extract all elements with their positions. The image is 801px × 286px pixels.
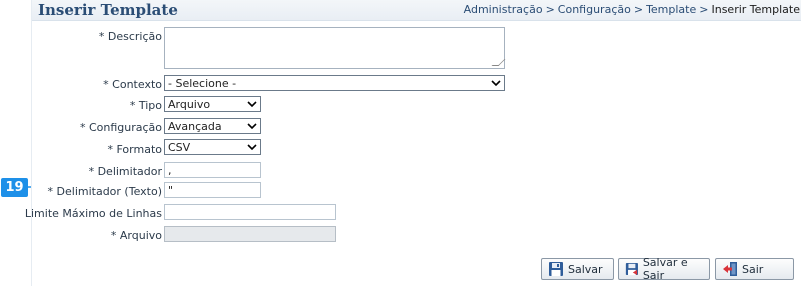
configuracao-label: * Configuração xyxy=(79,121,162,134)
breadcrumb-separator: > xyxy=(699,3,709,16)
step-callout-number: 19 xyxy=(5,180,24,195)
limite-linhas-input[interactable] xyxy=(164,204,336,220)
arquivo-input xyxy=(164,226,336,242)
chevron-down-icon xyxy=(491,80,501,87)
step-callout-badge: 19 xyxy=(1,178,28,197)
chevron-down-icon xyxy=(247,101,257,108)
breadcrumb-item-administracao[interactable]: Administração xyxy=(464,3,543,16)
tipo-select[interactable]: Arquivo xyxy=(164,96,261,112)
contexto-value: - Selecione - xyxy=(168,76,237,90)
salvar-e-sair-button[interactable]: Salvar e Sair xyxy=(618,256,710,282)
limite-linhas-label: Limite Máximo de Linhas xyxy=(24,207,162,220)
salvar-button[interactable]: Salvar xyxy=(541,258,614,280)
resize-grip-icon[interactable] xyxy=(491,59,506,66)
breadcrumb-separator: > xyxy=(633,3,644,16)
delimitador-texto-value: " xyxy=(168,183,174,197)
contexto-label: * Contexto xyxy=(103,78,162,91)
configuracao-select[interactable]: Avançada xyxy=(164,118,261,134)
save-icon xyxy=(549,262,563,276)
formato-label: * Formato xyxy=(107,143,163,156)
descricao-label: * Descrição xyxy=(98,30,162,43)
breadcrumb-item-template[interactable]: Template xyxy=(646,3,696,16)
sair-label: Sair xyxy=(742,262,764,276)
chevron-down-icon xyxy=(247,144,257,151)
page-header: Inserir Template Administração > Configura… xyxy=(32,0,801,21)
template-form-page: Inserir Template Administração > Configura… xyxy=(25,0,801,286)
delimitador-value: , xyxy=(168,163,172,177)
tipo-value: Arquivo xyxy=(168,97,211,111)
arquivo-label: * Arquivo xyxy=(110,229,162,242)
formato-select[interactable]: CSV xyxy=(164,139,261,155)
configuracao-value: Avançada xyxy=(168,119,222,133)
delimitador-label: * Delimitador xyxy=(88,165,162,178)
formato-value: CSV xyxy=(168,140,191,154)
breadcrumb-separator: > xyxy=(545,3,555,16)
delimitador-texto-input[interactable]: " xyxy=(164,182,261,198)
delimitador-texto-label: * Delimitador (Texto) xyxy=(47,185,162,198)
contexto-select[interactable]: - Selecione - xyxy=(164,75,505,91)
salvar-label: Salvar xyxy=(568,262,603,276)
exit-icon xyxy=(723,262,737,276)
chevron-down-icon xyxy=(247,123,257,130)
descricao-textarea[interactable] xyxy=(164,27,506,69)
page-title: Inserir Template xyxy=(38,1,178,19)
tipo-label: * Tipo xyxy=(129,99,162,112)
salvar-e-sair-label: Salvar e Sair xyxy=(642,256,688,282)
save-exit-icon xyxy=(625,262,638,276)
breadcrumb-item-current: Inserir Template xyxy=(711,3,800,16)
breadcrumb: Administração > Configuração > Template > Inse… xyxy=(464,3,800,16)
delimitador-input[interactable]: , xyxy=(164,162,261,178)
breadcrumb-item-configuracao[interactable]: Configuração xyxy=(558,3,631,16)
sair-button[interactable]: Sair xyxy=(715,258,794,280)
